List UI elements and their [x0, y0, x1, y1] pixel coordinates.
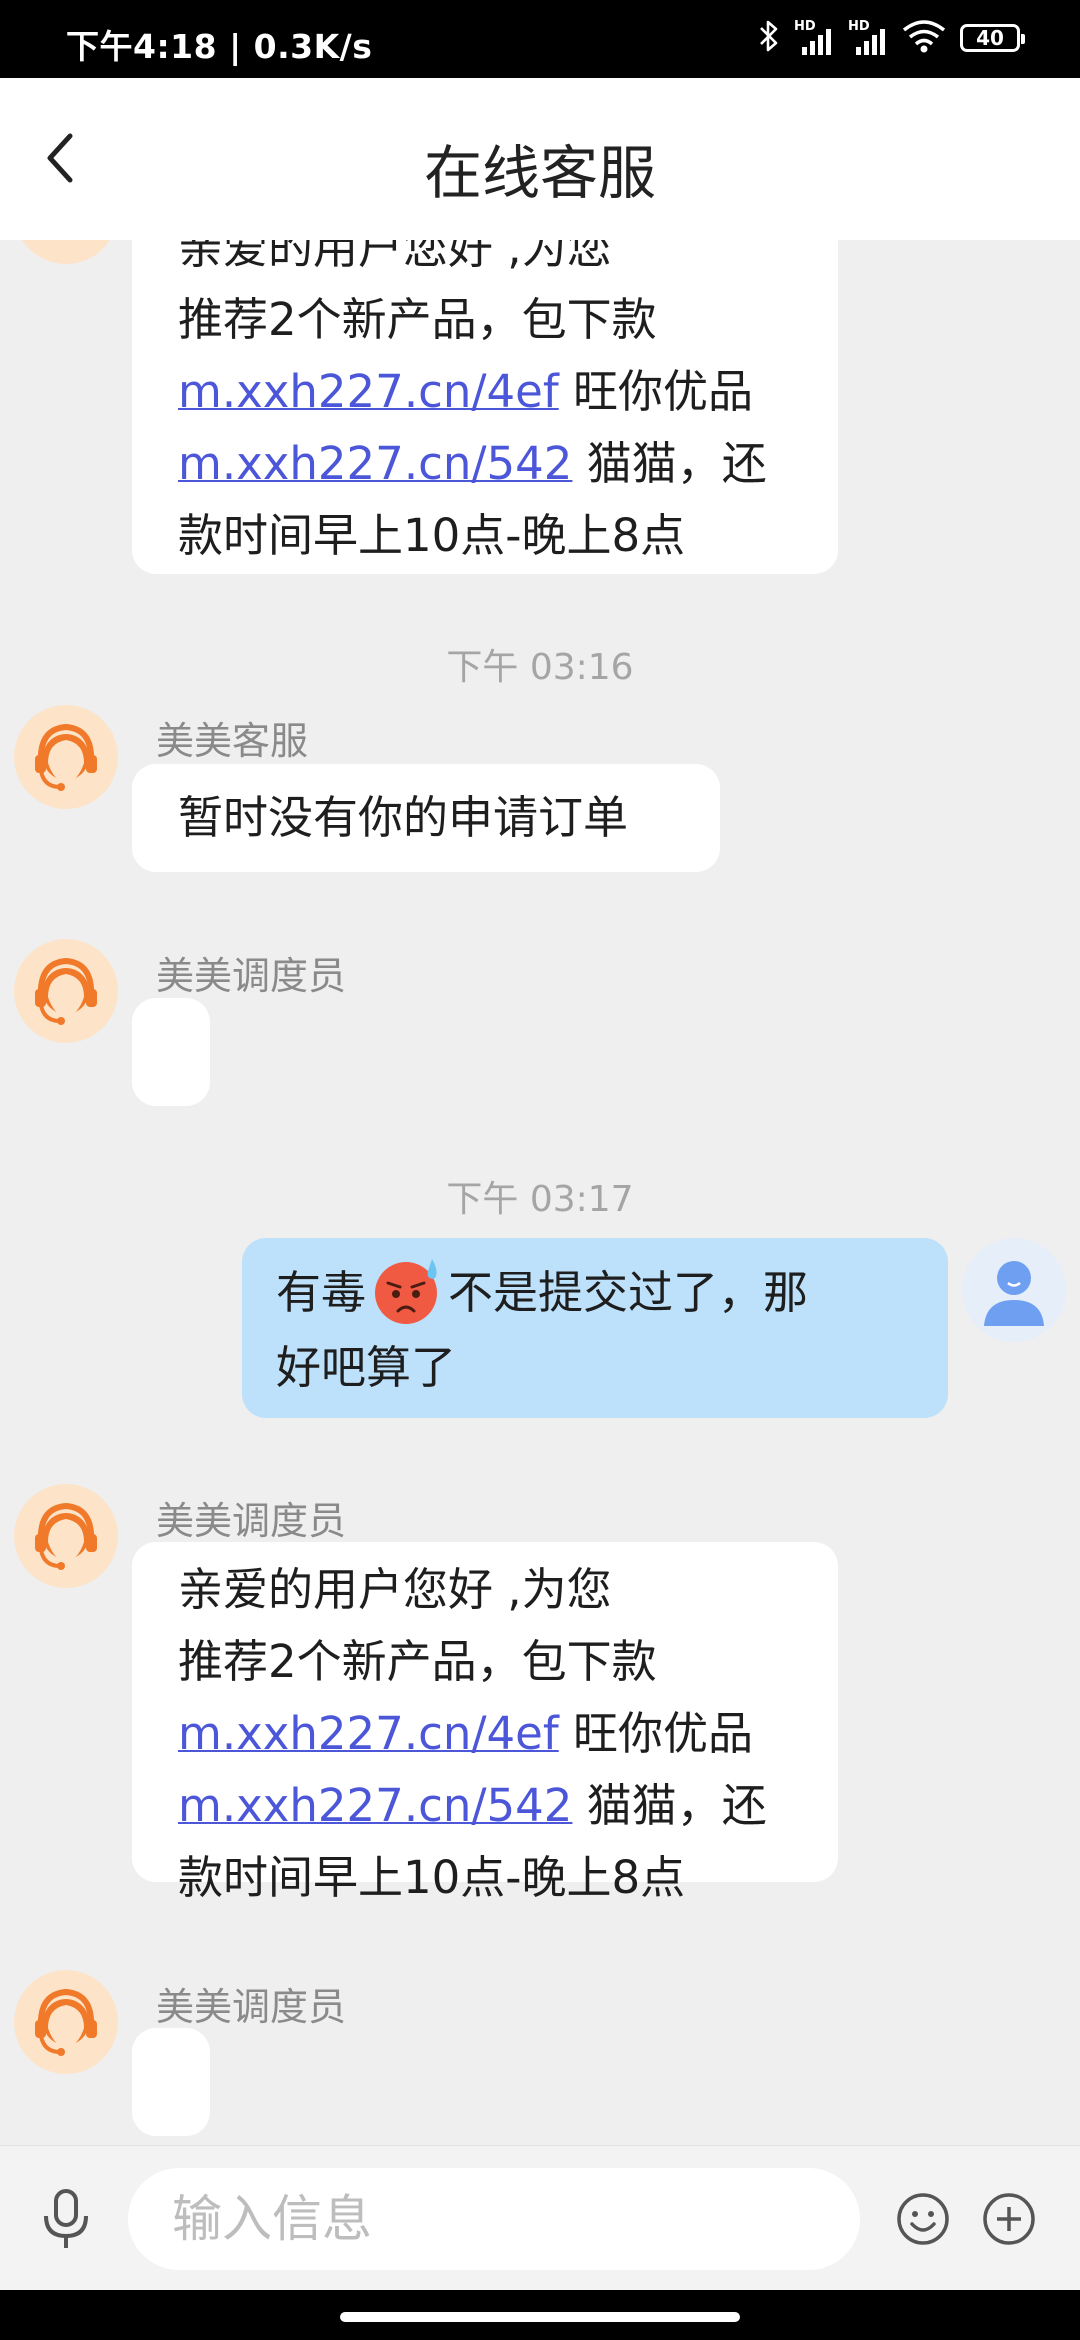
- sender-name: 美美调度员: [156, 1499, 347, 1543]
- microphone-icon[interactable]: [40, 2188, 92, 2250]
- agent-headset-avatar[interactable]: [14, 1970, 118, 2074]
- message-bubble[interactable]: 暂时没有你的申请订单: [132, 764, 720, 872]
- battery-icon: 40: [960, 24, 1025, 52]
- user-avatar[interactable]: [962, 1238, 1066, 1342]
- agent-headset-avatar[interactable]: [14, 939, 118, 1043]
- page-title: 在线客服: [423, 139, 656, 207]
- message-bubble[interactable]: 亲爱的用户您好 ,为您 推荐2个新产品，包下款 m.xxh227.cn/4ef 旺你…: [132, 1542, 838, 1904]
- message-text: 暂时没有你的申请订单: [178, 791, 629, 844]
- message-line: 款时间早上10点-晚上8点: [178, 1851, 686, 1904]
- empty-message-bubble[interactable]: [132, 998, 210, 1106]
- user-message-bubble[interactable]: 有毒 不是提交过了，那好吧算了: [242, 1238, 948, 1418]
- message-line: 有毒: [276, 1266, 367, 1319]
- message-line: 旺你优品: [558, 365, 754, 418]
- message-line: 亲爱的用户您好 ,为您: [178, 240, 612, 274]
- promo-link[interactable]: m.xxh227.cn/4ef: [178, 365, 559, 418]
- timestamp: 下午 03:16: [446, 647, 634, 688]
- message-line: 猫猫，还: [572, 1779, 767, 1832]
- message-line: 不是提交过了，那: [448, 1266, 809, 1319]
- header-bar: 在线客服: [0, 78, 1080, 240]
- promo-link[interactable]: m.xxh227.cn/542: [178, 437, 572, 490]
- sweat-emoji: [370, 1253, 444, 1327]
- message-input[interactable]: [128, 2168, 860, 2270]
- message-line: 推荐2个新产品，包下款: [178, 1635, 657, 1688]
- input-bar: [0, 2145, 1080, 2291]
- chat-list[interactable]: 亲爱的用户您好 ,为您 推荐2个新产品，包下款 m.xxh227.cn/4ef 旺你…: [0, 240, 1080, 2140]
- promo-link[interactable]: m.xxh227.cn/542: [178, 1779, 572, 1832]
- sender-name: 美美调度员: [156, 954, 347, 998]
- sender-name: 美美调度员: [156, 1985, 347, 2029]
- status-time-speed: 下午4:18 | 0.3K/s: [66, 27, 373, 66]
- signal-icon: HD: [794, 19, 834, 55]
- gesture-bar: [0, 2290, 1080, 2340]
- message-line: 亲爱的用户您好 ,为您: [178, 1563, 612, 1616]
- status-bar: 下午4:18 | 0.3K/s HD HD 40: [0, 0, 1080, 78]
- message-bubble[interactable]: 亲爱的用户您好 ,为您推荐2个新产品，包下款 m.xxh227.cn/4ef 旺你…: [132, 240, 838, 574]
- home-indicator[interactable]: [340, 2312, 740, 2322]
- agent-headset-avatar[interactable]: [14, 705, 118, 809]
- message-line: 款时间早上10点-晚上8点: [178, 509, 686, 562]
- message-line: 好吧算了: [276, 1341, 457, 1394]
- message-line: 猫猫，还: [572, 437, 767, 490]
- smile-icon[interactable]: [896, 2192, 950, 2246]
- signal-icon: HD: [848, 19, 888, 55]
- message-text: 亲爱的用户您好 ,为您推荐2个新产品，包下款 m.xxh227.cn/4ef 旺你…: [178, 240, 838, 572]
- plus-icon[interactable]: [982, 2192, 1036, 2246]
- sender-name: 美美客服: [156, 719, 309, 763]
- wifi-icon: [902, 19, 946, 57]
- promo-link[interactable]: m.xxh227.cn/4ef: [178, 1707, 559, 1760]
- status-icons: HD HD 40: [758, 18, 1025, 58]
- message-line: 旺你优品: [558, 1707, 754, 1760]
- message-text: 亲爱的用户您好 ,为您 推荐2个新产品，包下款 m.xxh227.cn/4ef 旺你…: [178, 1554, 838, 1914]
- agent-headset-avatar[interactable]: [14, 240, 118, 264]
- bluetooth-icon: [758, 19, 780, 57]
- empty-message-bubble[interactable]: [132, 2028, 210, 2136]
- message-line: 推荐2个新产品，包下款: [178, 293, 657, 346]
- timestamp: 下午 03:17: [446, 1179, 634, 1220]
- agent-headset-avatar[interactable]: [14, 1484, 118, 1588]
- message-text: 有毒 不是提交过了，那好吧算了: [276, 1258, 948, 1403]
